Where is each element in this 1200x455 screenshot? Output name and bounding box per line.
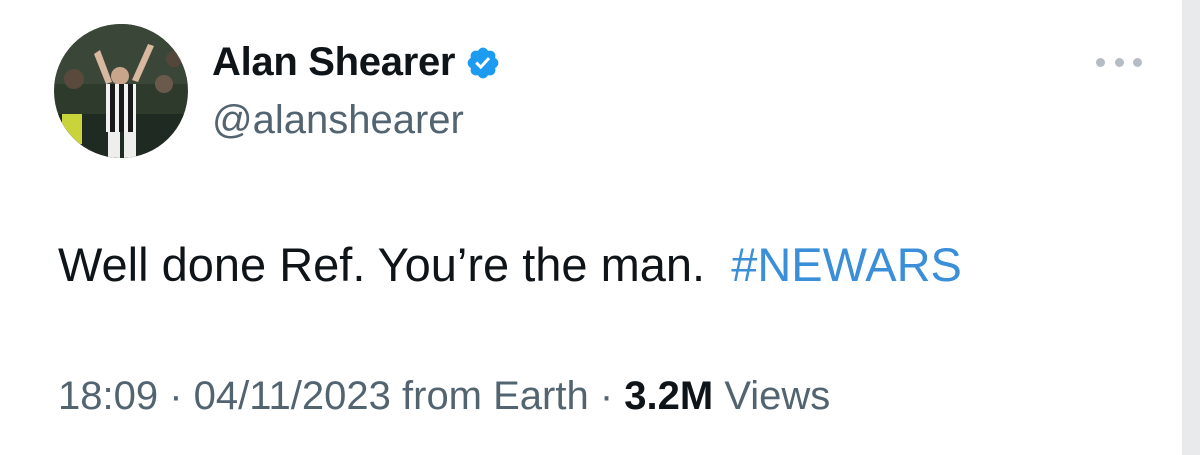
author-handle[interactable]: @alanshearer (212, 98, 464, 143)
tweet-time[interactable]: 18:09 (58, 374, 158, 418)
tweet-date[interactable]: 04/11/2023 (194, 374, 391, 418)
right-edge-divider (1182, 0, 1200, 455)
tweet-body: Well done Ref. You’re the man. (58, 238, 732, 291)
meta-separator: · (588, 374, 625, 418)
more-dots-icon (1096, 57, 1105, 67)
tweet-meta: 18:09 · 04/11/2023 from Earth · 3.2M Vie… (58, 374, 830, 419)
tweet-card: Alan Shearer @alanshearer Well done Ref.… (0, 0, 1200, 455)
views-label: Views (713, 374, 831, 418)
hashtag-link[interactable]: #NEWARS (731, 238, 962, 291)
tweet-source: from Earth (390, 374, 589, 418)
verified-badge-icon (465, 45, 501, 81)
meta-separator: · (158, 374, 194, 418)
tweet-text: Well done Ref. You’re the man. #NEWARS (58, 237, 962, 292)
more-dots-icon (1133, 57, 1142, 67)
author-name-row[interactable]: Alan Shearer (212, 40, 501, 85)
author-display-name[interactable]: Alan Shearer (212, 40, 455, 85)
avatar[interactable] (54, 24, 188, 158)
avatar-image (54, 24, 188, 158)
more-dots-icon (1114, 57, 1124, 67)
more-options-button[interactable] (1096, 50, 1142, 74)
views-count[interactable]: 3.2M (624, 374, 713, 418)
